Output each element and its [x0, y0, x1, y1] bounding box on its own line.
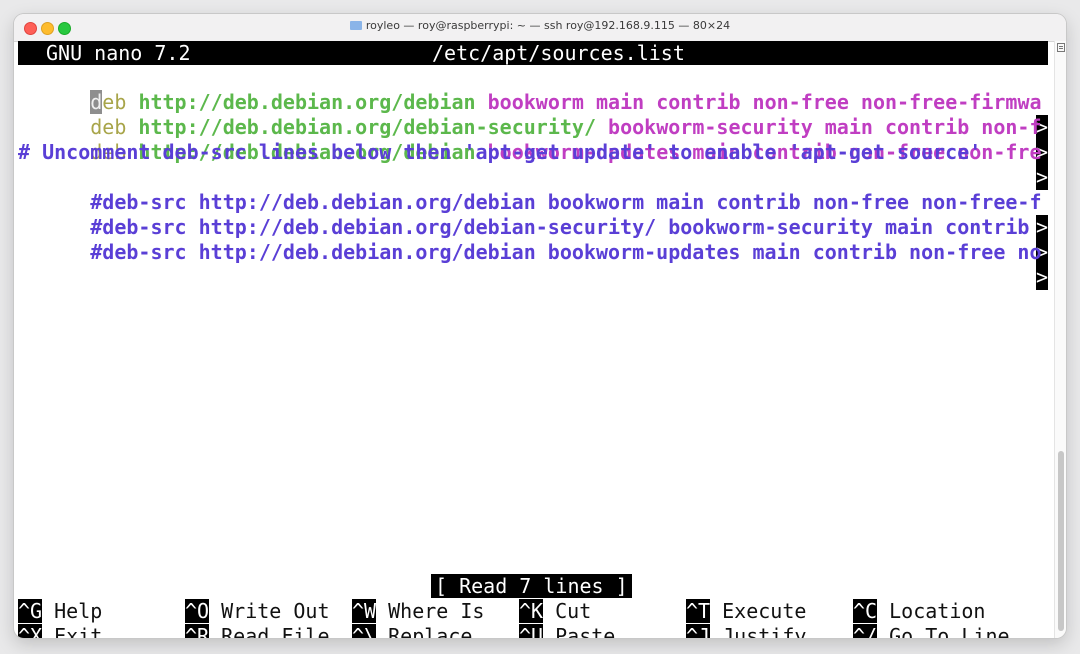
- deb-src-line-1[interactable]: #deb-src http://deb.debian.org/debian bo…: [18, 165, 1048, 240]
- shortcut-exit[interactable]: ^X Exit: [18, 624, 102, 638]
- source-line-3[interactable]: deb http://deb.debian.org/debian bookwor…: [18, 115, 1048, 190]
- nano-header: GNU nano 7.2 /etc/apt/sources.list: [18, 41, 1048, 65]
- shortcut-read-file[interactable]: ^R Read File: [185, 624, 330, 638]
- shortcut-write-out[interactable]: ^O Write Out: [185, 599, 330, 624]
- shortcut-cut[interactable]: ^K Cut: [519, 599, 591, 624]
- vertical-scrollbar[interactable]: [1054, 41, 1066, 638]
- nano-filename: /etc/apt/sources.list: [432, 41, 685, 65]
- shortcut-replace[interactable]: ^\ Replace: [352, 624, 472, 638]
- shortcut-execute[interactable]: ^T Execute: [686, 599, 806, 624]
- terminal-window: royleo — roy@raspberrypi: ~ — ssh roy@19…: [14, 14, 1066, 638]
- shortcut-location[interactable]: ^C Location: [853, 599, 985, 624]
- shortcut-justify[interactable]: ^J Justify: [686, 624, 806, 638]
- comment-line[interactable]: # Uncomment deb-src lines below then 'ap…: [18, 140, 1048, 165]
- scroll-top-icon[interactable]: [1057, 43, 1065, 52]
- deb-src-line-2[interactable]: #deb-src http://deb.debian.org/debian-se…: [18, 190, 1048, 265]
- folder-icon: [349, 21, 362, 30]
- shortcut-help[interactable]: ^G Help: [18, 599, 102, 624]
- source-line-2[interactable]: deb http://deb.debian.org/debian-securit…: [18, 90, 1048, 165]
- terminal-content[interactable]: GNU nano 7.2 /etc/apt/sources.list deb h…: [18, 41, 1048, 638]
- scrollbar-thumb[interactable]: [1058, 451, 1064, 631]
- title-bar[interactable]: royleo — roy@raspberrypi: ~ — ssh roy@19…: [14, 14, 1066, 42]
- shortcut-where-is[interactable]: ^W Where Is: [352, 599, 484, 624]
- source-line-1[interactable]: deb http://deb.debian.org/debian bookwor…: [18, 65, 1048, 140]
- nano-version: GNU nano 7.2: [46, 41, 191, 65]
- shortcut-paste[interactable]: ^U Paste: [519, 624, 615, 638]
- shortcut-go-to-line[interactable]: ^/ Go To Line: [853, 624, 1010, 638]
- deb-src-line-3[interactable]: #deb-src http://deb.debian.org/debian bo…: [18, 215, 1048, 290]
- line-overflow-marker: >: [1036, 265, 1049, 290]
- window-title: royleo — roy@raspberrypi: ~ — ssh roy@19…: [14, 19, 1066, 32]
- status-message: [ Read 7 lines ]: [431, 574, 632, 598]
